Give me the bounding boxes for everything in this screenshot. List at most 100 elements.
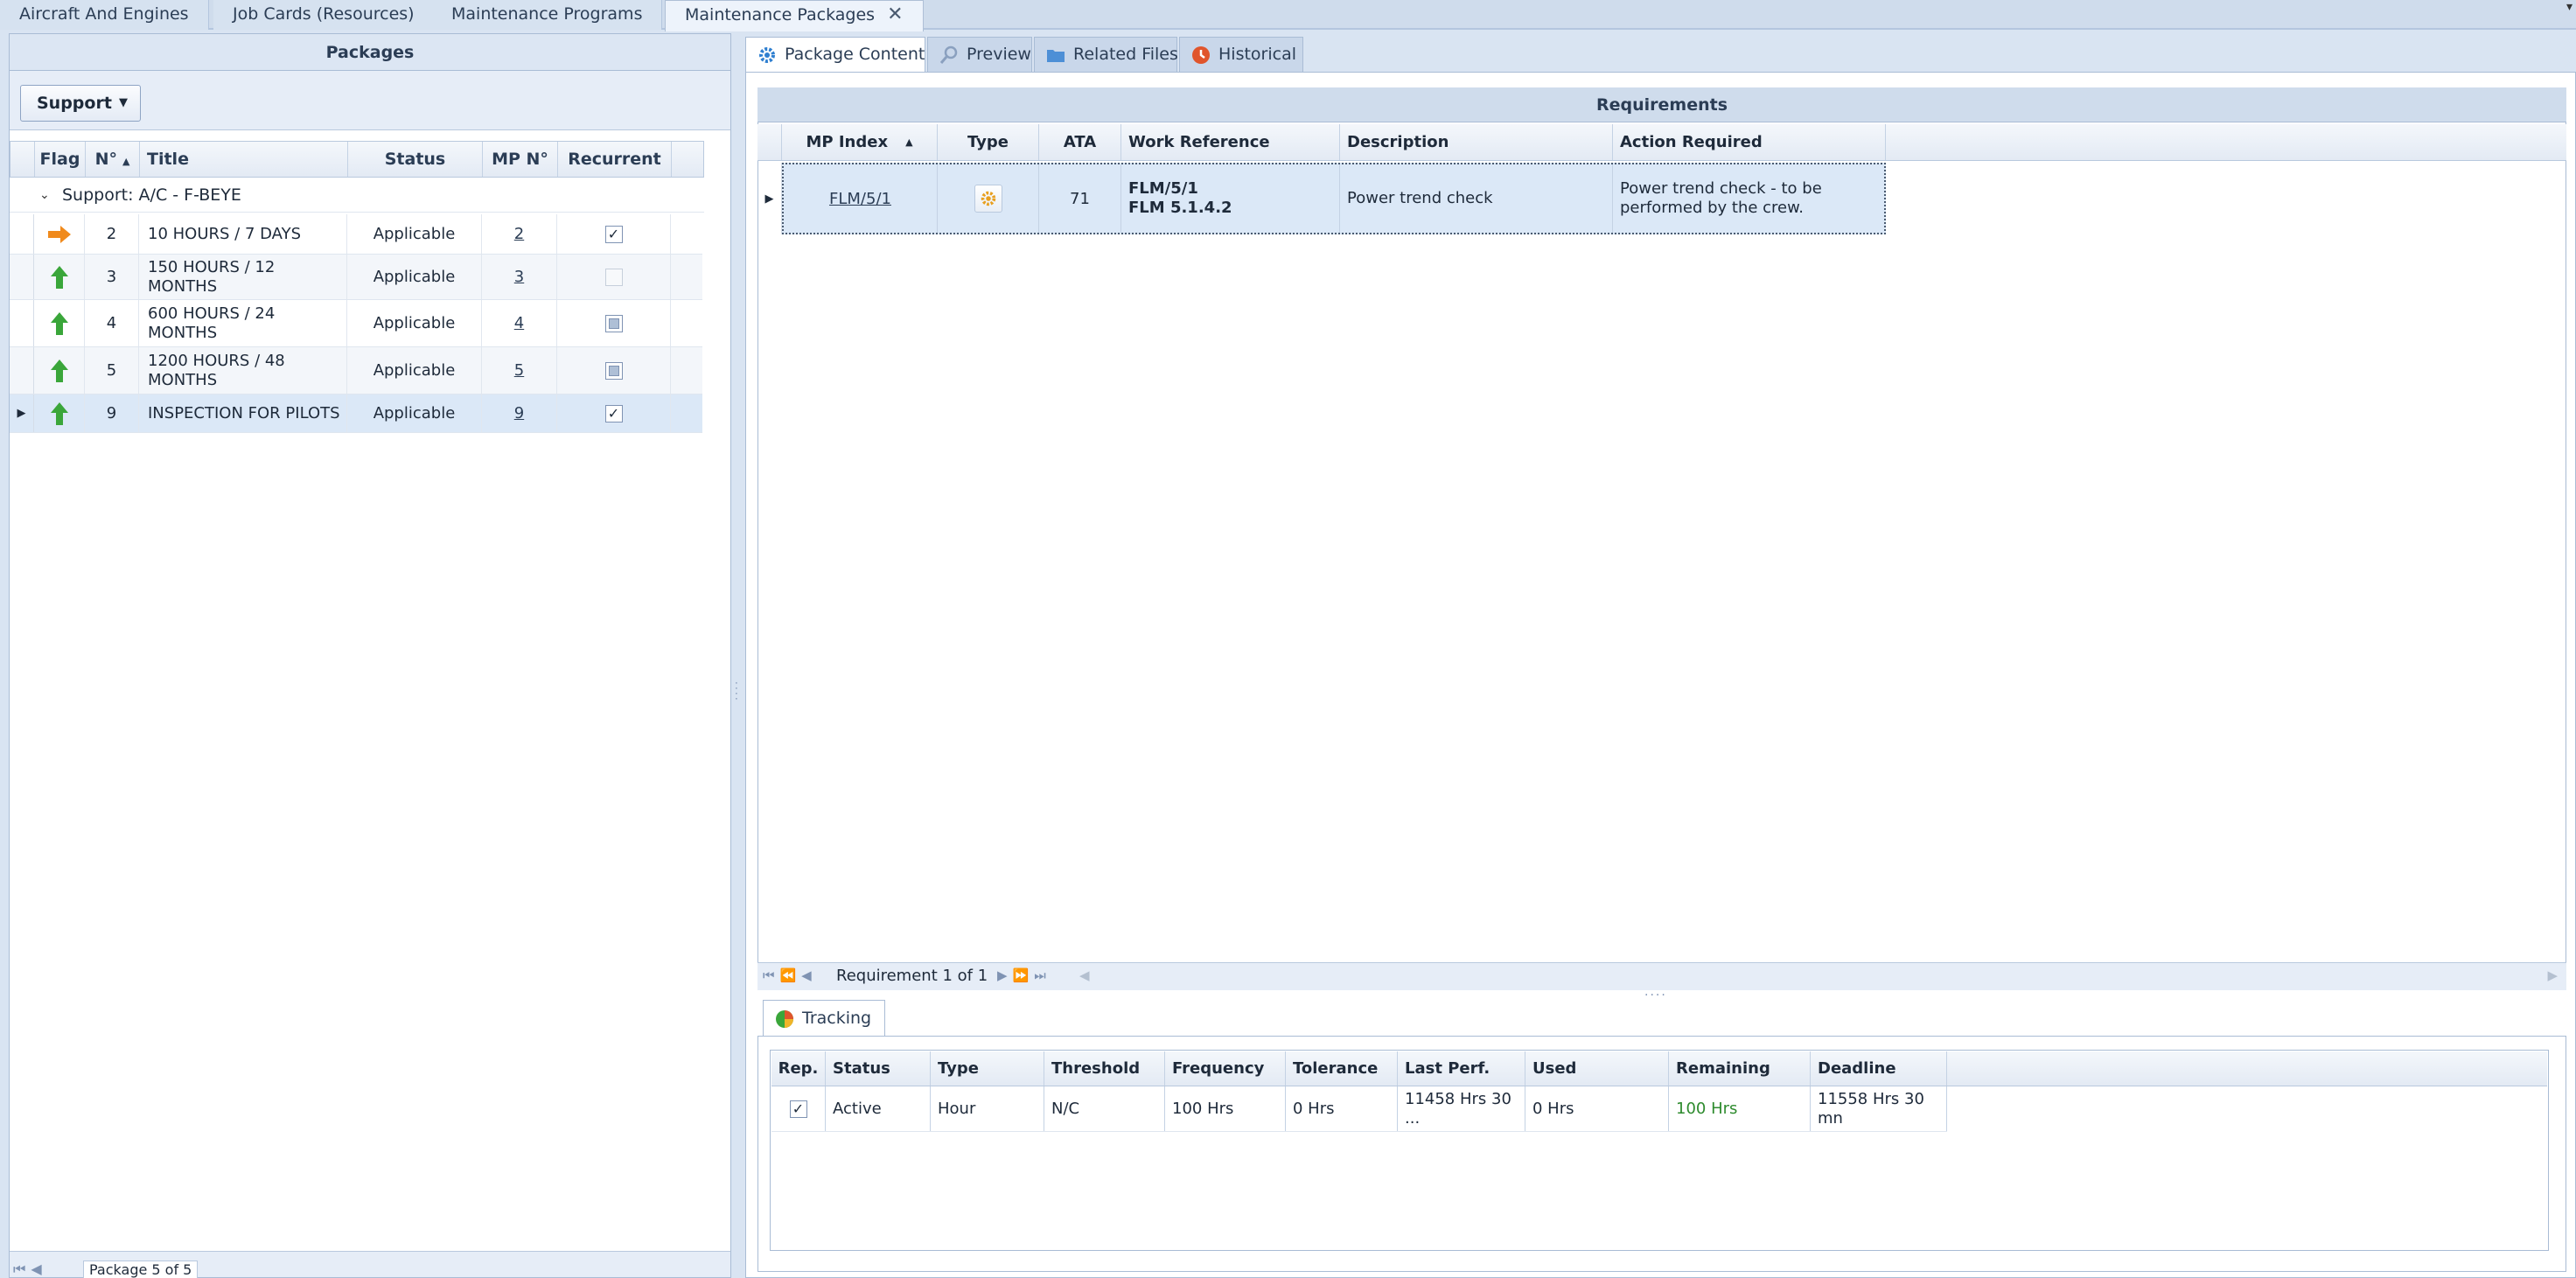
column-header-ata[interactable]: ATA [1039,124,1121,160]
type-cell [938,164,1039,233]
tab-aircraft-and-engines[interactable]: Aircraft And Engines [0,0,209,30]
column-header-threshold[interactable]: Threshold [1044,1051,1165,1086]
column-header-mp-index[interactable]: MP Index ▲ [782,124,938,160]
deadline-cell: 11558 Hrs 30 mn [1811,1086,1947,1131]
status-cell: Applicable [347,255,482,299]
group-row[interactable]: ⌄ Support: A/C - F-BEYE [10,178,704,213]
recurrent-checkbox[interactable] [604,314,623,332]
arrow-up-icon [50,265,68,289]
pager-label: Package 5 of 5 [83,1261,199,1278]
column-header-label: MP Index [806,133,889,151]
vertical-splitter[interactable]: · · · · [731,33,743,1278]
table-row-selected[interactable]: ▶ 9 INSPECTION FOR PILOTS Applicable 9 ✓ [10,395,702,433]
tab-tracking[interactable]: Tracking [763,1000,885,1037]
number-cell: 5 [85,347,139,394]
status-cell: Applicable [347,214,482,254]
tab-preview[interactable]: Preview [927,37,1032,72]
tab-related-files[interactable]: Related Files [1034,37,1178,72]
tab-label: Maintenance Programs [451,4,643,24]
column-header-type[interactable]: Type [938,124,1039,160]
row-indicator-icon[interactable]: ▶ [757,163,782,234]
mp-number-link[interactable]: 9 [514,404,524,423]
mp-index-link[interactable]: FLM/5/1 [829,190,891,208]
mp-number-link[interactable]: 2 [514,225,524,243]
column-header-recurrent[interactable]: Recurrent [558,142,672,177]
recurrent-cell [557,255,671,299]
mp-number-cell[interactable]: 4 [482,300,557,346]
mp-number-link[interactable]: 5 [514,361,524,380]
column-header-tolerance[interactable]: Tolerance [1286,1051,1398,1086]
column-header-mp-number[interactable]: MP N° [483,142,558,177]
column-header-description[interactable]: Description [1340,124,1613,160]
number-cell: 3 [85,255,139,299]
scroll-left-icon[interactable]: ◀ [1079,967,1090,983]
column-header-status[interactable]: Status [826,1051,931,1086]
row-indicator-icon[interactable]: ▶ [10,395,34,432]
tab-package-content[interactable]: Package Content [745,37,925,73]
mp-number-link[interactable]: 3 [514,268,524,286]
ata-cell: 71 [1039,164,1121,233]
column-header-status[interactable]: Status [348,142,483,177]
type-cell: Hour [931,1086,1044,1131]
title-cell: 150 HOURS / 12 MONTHS [139,255,347,299]
support-dropdown-button[interactable]: Support ▼ [20,85,141,122]
table-row[interactable]: 2 10 HOURS / 7 DAYS Applicable 2 ✓ [10,214,702,255]
table-row[interactable]: 5 1200 HOURS / 48 MONTHS Applicable 5 [10,347,702,395]
mp-number-cell[interactable]: 5 [482,347,557,394]
gear-icon [974,185,1002,213]
rep-checkbox[interactable]: ✓ [789,1100,807,1118]
tracking-row[interactable]: ✓ Active Hour N/C 100 Hrs 0 Hrs 11458 Hr… [771,1086,1947,1132]
column-header-number[interactable]: N° ▲ [86,142,140,177]
table-row[interactable]: 4 600 HOURS / 24 MONTHS Applicable 4 [10,300,702,347]
column-header-type[interactable]: Type [931,1051,1044,1086]
pager-first-prev-icons[interactable]: ⏮⏪◀ [763,967,817,983]
tab-historical[interactable]: Historical [1179,37,1303,72]
scroll-right-icon[interactable]: ▶ [2547,967,2558,983]
tab-job-cards[interactable]: Job Cards (Resources) [213,0,435,30]
row-selector[interactable] [10,255,34,299]
column-header-last-performed[interactable]: Last Perf. [1398,1051,1525,1086]
mp-number-cell[interactable]: 9 [482,395,557,432]
row-selector[interactable] [10,300,34,346]
mp-index-cell[interactable]: FLM/5/1 [784,164,938,233]
row-selector-header [10,142,35,177]
horizontal-splitter-grip-icon[interactable]: ···· [1644,988,1667,1002]
recurrent-checkbox[interactable]: ✓ [604,404,623,423]
arrow-up-icon [50,402,68,425]
chevron-down-icon[interactable]: ▾ [2566,0,2573,14]
column-header-work-reference[interactable]: Work Reference [1121,124,1340,160]
table-row[interactable]: 3 150 HOURS / 12 MONTHS Applicable 3 [10,255,702,300]
pager-next-last-icons[interactable]: ▶⏩⏭ [997,967,1051,983]
requirement-row[interactable]: FLM/5/1 71 FLM/5/1 FLM 5.1.4.2 Power tre… [782,163,1886,234]
close-icon[interactable]: ✕ [887,3,903,25]
tab-maintenance-programs[interactable]: Maintenance Programs [432,0,663,30]
splitter-grip-icon: · · · · [735,677,738,705]
column-header-remaining[interactable]: Remaining [1669,1051,1811,1086]
column-header-title[interactable]: Title [140,142,348,177]
tab-maintenance-packages[interactable]: Maintenance Packages ✕ [665,0,924,31]
mp-number-cell[interactable]: 2 [482,214,557,254]
column-header-frequency[interactable]: Frequency [1165,1051,1286,1086]
action-required-cell: Power trend check - to be performed by t… [1613,164,1884,233]
tab-label: Tracking [802,1009,872,1028]
recurrent-checkbox[interactable]: ✓ [604,225,623,243]
number-cell: 2 [85,214,139,254]
row-selector[interactable] [10,347,34,394]
column-header-rep[interactable]: Rep. [771,1051,826,1086]
column-header-used[interactable]: Used [1525,1051,1669,1086]
magnifier-icon [939,45,958,64]
pager-nav-icons[interactable]: ⏮◀ [13,1261,47,1278]
packages-panel: Packages Support ▼ Flag N° ▲ Title Status… [9,33,731,1278]
chevron-down-icon[interactable]: ⌄ [39,178,50,213]
rep-cell: ✓ [771,1086,826,1131]
column-header-action-required[interactable]: Action Required [1613,124,1886,160]
recurrent-checkbox[interactable] [604,361,623,380]
mp-number-cell[interactable]: 3 [482,255,557,299]
mp-number-link[interactable]: 4 [514,314,524,332]
column-header-flag[interactable]: Flag [35,142,86,177]
packages-pager: ⏮◀ Package 5 of 5 [10,1251,730,1278]
column-header-deadline[interactable]: Deadline [1811,1051,1947,1086]
tab-label: Aircraft And Engines [19,4,189,24]
number-cell: 9 [85,395,139,432]
row-selector[interactable] [10,214,34,254]
